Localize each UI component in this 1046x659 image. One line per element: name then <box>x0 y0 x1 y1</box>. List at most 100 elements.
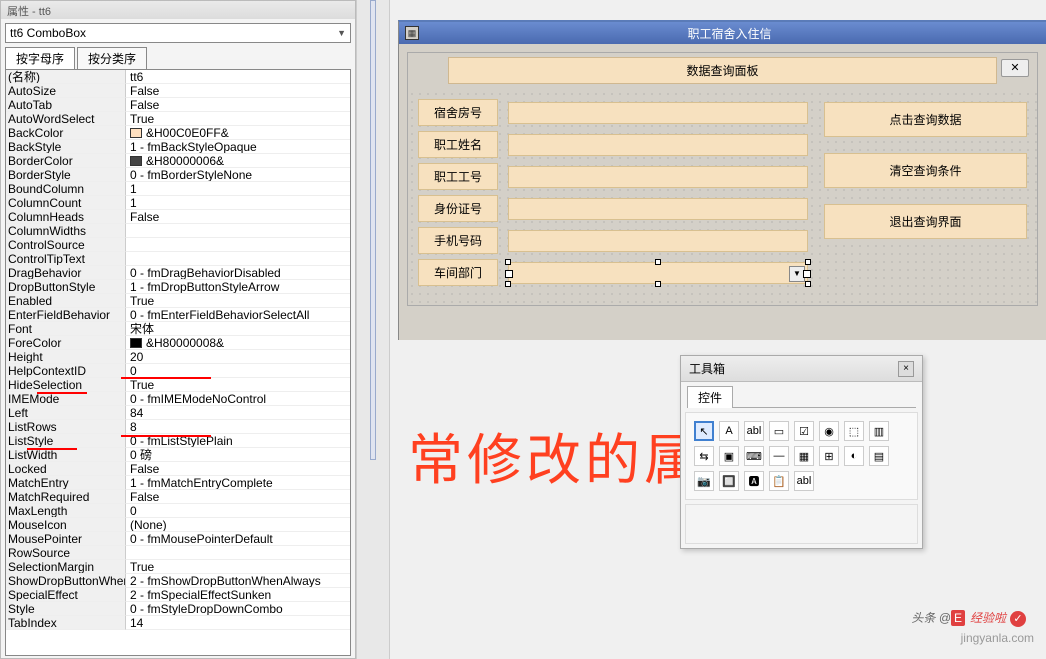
input-idno[interactable] <box>508 198 808 220</box>
property-row[interactable]: BorderStyle0 - fmBorderStyleNone <box>6 168 350 182</box>
toolbox-titlebar[interactable]: 工具箱 × <box>681 356 922 382</box>
property-row[interactable]: DragBehavior0 - fmDragBehaviorDisabled <box>6 266 350 280</box>
tool-item[interactable]: ⊞ <box>819 446 839 466</box>
tool-item[interactable]: 🅰 <box>744 471 764 491</box>
toolbox-panel[interactable]: 工具箱 × 控件 ↖Aabl▭☑◉⬚▥⇆▣⌨—▦⊞◐▤📷🔲🅰📋abl <box>680 355 923 549</box>
property-row[interactable]: BoundColumn1 <box>6 182 350 196</box>
property-row[interactable]: ColumnHeadsFalse <box>6 210 350 224</box>
property-value[interactable]: 2 - fmSpecialEffectSunken <box>126 588 350 602</box>
property-row[interactable]: HideSelectionTrue <box>6 378 350 392</box>
tool-item[interactable]: — <box>769 446 789 466</box>
close-button[interactable]: ✕ <box>1001 59 1029 77</box>
property-row[interactable]: BackStyle1 - fmBackStyleOpaque <box>6 140 350 154</box>
property-row[interactable]: (名称)tt6 <box>6 70 350 84</box>
property-value[interactable]: 0 - fmIMEModeNoControl <box>126 392 350 406</box>
property-value[interactable]: 0 - fmStyleDropDownCombo <box>126 602 350 616</box>
property-value[interactable] <box>126 238 350 252</box>
tool-item[interactable]: 📋 <box>769 471 789 491</box>
property-row[interactable]: AutoTabFalse <box>6 98 350 112</box>
property-value[interactable]: 0 磅 <box>126 448 350 462</box>
property-value[interactable]: 14 <box>126 616 350 630</box>
tool-item[interactable]: A <box>719 421 739 441</box>
property-value[interactable]: False <box>126 98 350 112</box>
combobox-dept-selected[interactable]: ▼ <box>508 262 808 284</box>
property-value[interactable]: (None) <box>126 518 350 532</box>
tab-alphabetical[interactable]: 按字母序 <box>5 47 75 69</box>
property-row[interactable]: MatchRequiredFalse <box>6 490 350 504</box>
query-button[interactable]: 点击查询数据 <box>824 102 1027 137</box>
property-value[interactable]: 2 - fmShowDropButtonWhenAlways <box>126 574 350 588</box>
property-value[interactable]: 1 - fmMatchEntryComplete <box>126 476 350 490</box>
property-value[interactable]: &H80000008& <box>126 336 350 350</box>
property-value[interactable]: 8 <box>126 420 350 434</box>
property-value[interactable]: True <box>126 294 350 308</box>
property-row[interactable]: MousePointer0 - fmMousePointerDefault <box>6 532 350 546</box>
property-value[interactable]: 1 - fmBackStyleOpaque <box>126 140 350 154</box>
property-row[interactable]: Style0 - fmStyleDropDownCombo <box>6 602 350 616</box>
toolbox-close-icon[interactable]: × <box>898 361 914 377</box>
tool-item[interactable]: 🔲 <box>719 471 739 491</box>
tool-item[interactable]: ⌨ <box>744 446 764 466</box>
userform-titlebar[interactable]: ▦ 职工宿舍入住信 <box>399 22 1046 44</box>
dropdown-arrow-icon[interactable]: ▼ <box>789 266 805 282</box>
property-value[interactable]: &H00C0E0FF& <box>126 126 350 140</box>
input-phone[interactable] <box>508 230 808 252</box>
property-value[interactable]: 0 - fmEnterFieldBehaviorSelectAll <box>126 308 350 322</box>
input-empno[interactable] <box>508 166 808 188</box>
tool-item[interactable]: ▣ <box>719 446 739 466</box>
property-row[interactable]: DropButtonStyle1 - fmDropButtonStyleArro… <box>6 280 350 294</box>
property-value[interactable]: True <box>126 112 350 126</box>
property-value[interactable]: &H80000006& <box>126 154 350 168</box>
property-value[interactable]: True <box>126 560 350 574</box>
property-value[interactable]: 1 <box>126 196 350 210</box>
property-value[interactable]: False <box>126 84 350 98</box>
tool-item[interactable]: ▭ <box>769 421 789 441</box>
exit-button[interactable]: 退出查询界面 <box>824 204 1027 239</box>
tab-categorized[interactable]: 按分类序 <box>77 47 147 69</box>
property-value[interactable]: False <box>126 462 350 476</box>
tool-item[interactable]: ◉ <box>819 421 839 441</box>
property-value[interactable]: 0 <box>126 364 350 378</box>
property-value[interactable]: 宋体 <box>126 322 350 336</box>
property-row[interactable]: TabIndex14 <box>6 616 350 630</box>
tool-item[interactable]: 📷 <box>694 471 714 491</box>
tool-item[interactable]: ↖ <box>694 421 714 441</box>
property-value[interactable] <box>126 224 350 238</box>
property-value[interactable]: False <box>126 210 350 224</box>
property-row[interactable]: AutoSizeFalse <box>6 84 350 98</box>
property-row[interactable]: MatchEntry1 - fmMatchEntryComplete <box>6 476 350 490</box>
tool-item[interactable]: abl <box>744 421 764 441</box>
property-row[interactable]: MaxLength0 <box>6 504 350 518</box>
property-row[interactable]: ListWidth0 磅 <box>6 448 350 462</box>
property-row[interactable]: ColumnCount1 <box>6 196 350 210</box>
property-value[interactable]: 0 - fmBorderStyleNone <box>126 168 350 182</box>
property-row[interactable]: Height20 <box>6 350 350 364</box>
tool-item[interactable]: ▥ <box>869 421 889 441</box>
property-value[interactable]: tt6 <box>126 70 350 84</box>
property-row[interactable]: BackColor&H00C0E0FF& <box>6 126 350 140</box>
property-row[interactable]: EnterFieldBehavior0 - fmEnterFieldBehavi… <box>6 308 350 322</box>
property-row[interactable]: EnabledTrue <box>6 294 350 308</box>
property-row[interactable]: SpecialEffect2 - fmSpecialEffectSunken <box>6 588 350 602</box>
property-row[interactable]: AutoWordSelectTrue <box>6 112 350 126</box>
property-row[interactable]: ColumnWidths <box>6 224 350 238</box>
property-value[interactable]: 0 - fmMousePointerDefault <box>126 532 350 546</box>
property-row[interactable]: ShowDropButtonWhen2 - fmShowDropButtonWh… <box>6 574 350 588</box>
property-row[interactable]: LockedFalse <box>6 462 350 476</box>
property-row[interactable]: SelectionMarginTrue <box>6 560 350 574</box>
property-value[interactable]: 84 <box>126 406 350 420</box>
splitter-gutter[interactable] <box>356 0 390 659</box>
property-value[interactable]: 1 <box>126 182 350 196</box>
tool-item[interactable]: ▦ <box>794 446 814 466</box>
input-name[interactable] <box>508 134 808 156</box>
property-value[interactable]: 20 <box>126 350 350 364</box>
property-value[interactable]: True <box>126 378 350 392</box>
object-selector[interactable]: tt6 ComboBox ▼ <box>5 23 351 43</box>
property-row[interactable]: ForeColor&H80000008& <box>6 336 350 350</box>
property-row[interactable]: MouseIcon(None) <box>6 518 350 532</box>
property-row[interactable]: ControlSource <box>6 238 350 252</box>
property-value[interactable]: 1 - fmDropButtonStyleArrow <box>126 280 350 294</box>
tool-item[interactable]: ⬚ <box>844 421 864 441</box>
property-row[interactable]: IMEMode0 - fmIMEModeNoControl <box>6 392 350 406</box>
tool-item[interactable]: abl <box>794 471 814 491</box>
